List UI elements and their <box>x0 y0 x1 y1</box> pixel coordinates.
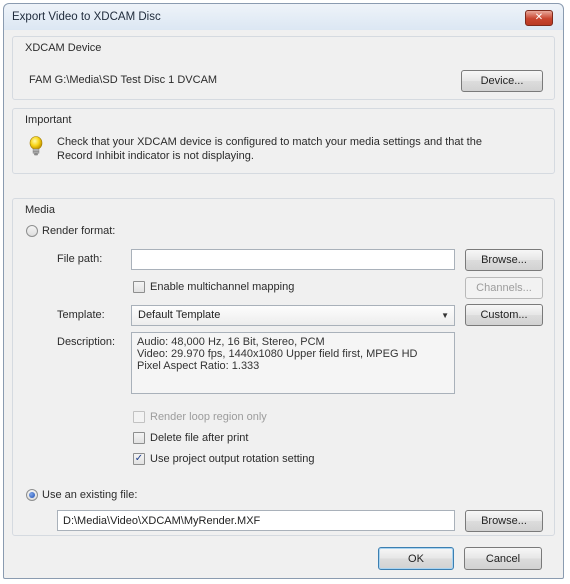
template-select[interactable]: Default Template ▼ <box>131 305 455 326</box>
existing-browse-button[interactable]: Browse... <box>465 510 543 532</box>
ok-button[interactable]: OK <box>378 547 454 570</box>
channels-button[interactable]: Channels... <box>465 277 543 299</box>
description-box: Audio: 48,000 Hz, 16 Bit, Stereo, PCM Vi… <box>131 332 455 394</box>
media-group: Media Render format: File path: Browse..… <box>12 198 555 536</box>
render-format-radio[interactable] <box>26 225 38 237</box>
lightbulb-icon <box>29 136 43 156</box>
title-bar[interactable]: Export Video to XDCAM Disc ✕ <box>4 4 563 30</box>
description-line-audio: Audio: 48,000 Hz, 16 Bit, Stereo, PCM <box>137 336 325 348</box>
important-label: Important <box>25 114 72 126</box>
export-dialog: Export Video to XDCAM Disc ✕ XDCAM Devic… <box>3 3 564 579</box>
chevron-down-icon: ▼ <box>441 311 449 320</box>
close-button[interactable]: ✕ <box>525 10 553 26</box>
window-title: Export Video to XDCAM Disc <box>12 11 161 23</box>
cancel-button[interactable]: Cancel <box>464 547 542 570</box>
device-button[interactable]: Device... <box>461 70 543 92</box>
description-label: Description: <box>57 336 116 348</box>
custom-button[interactable]: Custom... <box>465 304 543 326</box>
template-label: Template: <box>57 309 105 321</box>
file-path-label: File path: <box>57 253 103 265</box>
important-message-line2: Record Inhibit indicator is not displayi… <box>57 150 254 162</box>
delete-file-label[interactable]: Delete file after print <box>150 432 248 444</box>
important-group: Important Check that your XDCAM device i… <box>12 108 555 174</box>
delete-file-checkbox[interactable] <box>133 432 145 444</box>
existing-file-label[interactable]: Use an existing file: <box>42 489 137 501</box>
device-path: FAM G:\Media\SD Test Disc 1 DVCAM <box>29 74 218 86</box>
render-loop-label[interactable]: Render loop region only <box>150 411 267 423</box>
file-path-input[interactable] <box>131 249 455 270</box>
important-message-line1: Check that your XDCAM device is configur… <box>57 136 482 148</box>
rotation-label[interactable]: Use project output rotation setting <box>150 453 314 465</box>
description-line-video: Video: 29.970 fps, 1440x1080 Upper field… <box>137 348 418 360</box>
render-format-label[interactable]: Render format: <box>42 225 115 237</box>
dialog-content: XDCAM Device FAM G:\Media\SD Test Disc 1… <box>12 34 555 572</box>
multichannel-label[interactable]: Enable multichannel mapping <box>150 281 294 293</box>
multichannel-checkbox[interactable] <box>133 281 145 293</box>
template-selected-value: Default Template <box>138 309 221 321</box>
media-label: Media <box>25 204 55 216</box>
xdcam-device-label: XDCAM Device <box>25 42 102 54</box>
existing-file-radio[interactable] <box>26 489 38 501</box>
rotation-checkbox[interactable]: ✓ <box>133 453 145 465</box>
description-line-par: Pixel Aspect Ratio: 1.333 <box>137 360 260 372</box>
render-loop-checkbox[interactable] <box>133 411 145 423</box>
xdcam-device-group: XDCAM Device FAM G:\Media\SD Test Disc 1… <box>12 36 555 100</box>
browse-button[interactable]: Browse... <box>465 249 543 271</box>
existing-file-path-input[interactable] <box>57 510 455 531</box>
